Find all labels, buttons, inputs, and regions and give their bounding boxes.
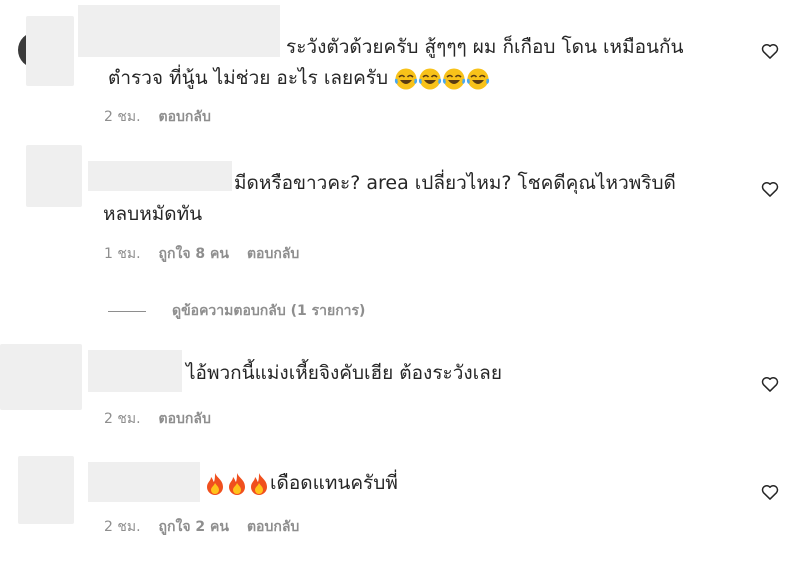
reply-button[interactable]: ตอบกลับ (247, 519, 299, 535)
comment-3: ไอ้พวกนี้แม่งเหี้ยจิงคับเฮีย ต้องระวังเล… (0, 340, 800, 440)
comment-text: เดือดแทนครับพี่ (204, 468, 398, 499)
comment-line-2-text: ตำรวจ ที่นู้น ไม่ช่วย อะไร เลยครับ (108, 67, 389, 89)
heart-outline-icon[interactable] (760, 41, 780, 61)
likes-count[interactable]: ถูกใจ 8 คน (159, 246, 229, 262)
comment-line-1: ไอ้พวกนี้แม่งเหี้ยจิงคับเฮีย ต้องระวังเล… (186, 362, 502, 384)
comment-time: 2 ชม. (104, 411, 141, 427)
comment-line-2: ตำรวจ ที่นู้น ไม่ช่วย อะไร เลยครับ (108, 63, 684, 94)
replies-divider (108, 310, 146, 312)
comment-1: ระวังตัวด้วยครับ สู้ๆๆๆ ผม ก็เกือบ โดน เ… (0, 0, 800, 135)
laugh-emoji-4 (467, 68, 490, 89)
comment-time: 1 ชม. (104, 246, 141, 262)
comment-text: ไอ้พวกนี้แม่งเหี้ยจิงคับเฮีย ต้องระวังเล… (186, 358, 502, 389)
heart-outline-icon[interactable] (760, 374, 780, 394)
laugh-emoji-3 (443, 68, 466, 89)
redacted-username (88, 350, 182, 392)
comment-text: มีดหรือขาวคะ? area เปลี่ยวไหม? โชคดีคุณไ… (103, 168, 676, 230)
view-replies-button[interactable]: ดูข้อความตอบกลับ (1 รายการ) (108, 300, 365, 322)
comment-line-1: เดือดแทนครับพี่ (204, 468, 398, 499)
comment-line-2: หลบหมัดทัน (103, 203, 203, 225)
comment-time: 2 ชม. (104, 519, 141, 535)
avatar[interactable] (18, 456, 74, 524)
avatar[interactable] (26, 16, 74, 86)
comment-2: มีดหรือขาวคะ? area เปลี่ยวไหม? โชคดีคุณไ… (0, 135, 800, 285)
laugh-emoji-1 (395, 68, 418, 89)
comment-text: ระวังตัวด้วยครับ สู้ๆๆๆ ผม ก็เกือบ โดน เ… (108, 32, 684, 94)
comment-meta: 2 ชม. ตอบกลับ (104, 106, 229, 128)
comment-line-1-text: เดือดแทนครับพี่ (270, 472, 398, 494)
comment-4: เดือดแทนครับพี่ 2 ชม. ถูกใจ 2 คน ตอบกลับ (0, 450, 800, 560)
comment-meta: 2 ชม. ถูกใจ 2 คน ตอบกลับ (104, 516, 317, 538)
laughing-tears-emoji (395, 68, 490, 89)
comment-meta: 2 ชม. ตอบกลับ (104, 408, 229, 430)
reply-button[interactable]: ตอบกลับ (159, 411, 211, 427)
fire-emoji (207, 472, 267, 495)
comment-meta: 1 ชม. ถูกใจ 8 คน ตอบกลับ (104, 243, 317, 265)
fire-emoji-2 (229, 472, 245, 495)
heart-outline-icon[interactable] (760, 179, 780, 199)
reply-button[interactable]: ตอบกลับ (247, 246, 299, 262)
avatar[interactable] (0, 344, 82, 410)
fire-emoji-1 (207, 472, 223, 495)
avatar[interactable] (26, 145, 82, 207)
heart-outline-icon[interactable] (760, 482, 780, 502)
likes-count[interactable]: ถูกใจ 2 คน (159, 519, 229, 535)
redacted-username (88, 462, 200, 502)
comment-time: 2 ชม. (104, 109, 141, 125)
laugh-emoji-2 (419, 68, 442, 89)
reply-button[interactable]: ตอบกลับ (159, 109, 211, 125)
comment-line-1: มีดหรือขาวคะ? area เปลี่ยวไหม? โชคดีคุณไ… (234, 172, 676, 194)
fire-emoji-3 (251, 472, 267, 495)
view-replies-label: ดูข้อความตอบกลับ (1 รายการ) (172, 303, 366, 319)
comment-line-1: ระวังตัวด้วยครับ สู้ๆๆๆ ผม ก็เกือบ โดน เ… (286, 36, 684, 58)
